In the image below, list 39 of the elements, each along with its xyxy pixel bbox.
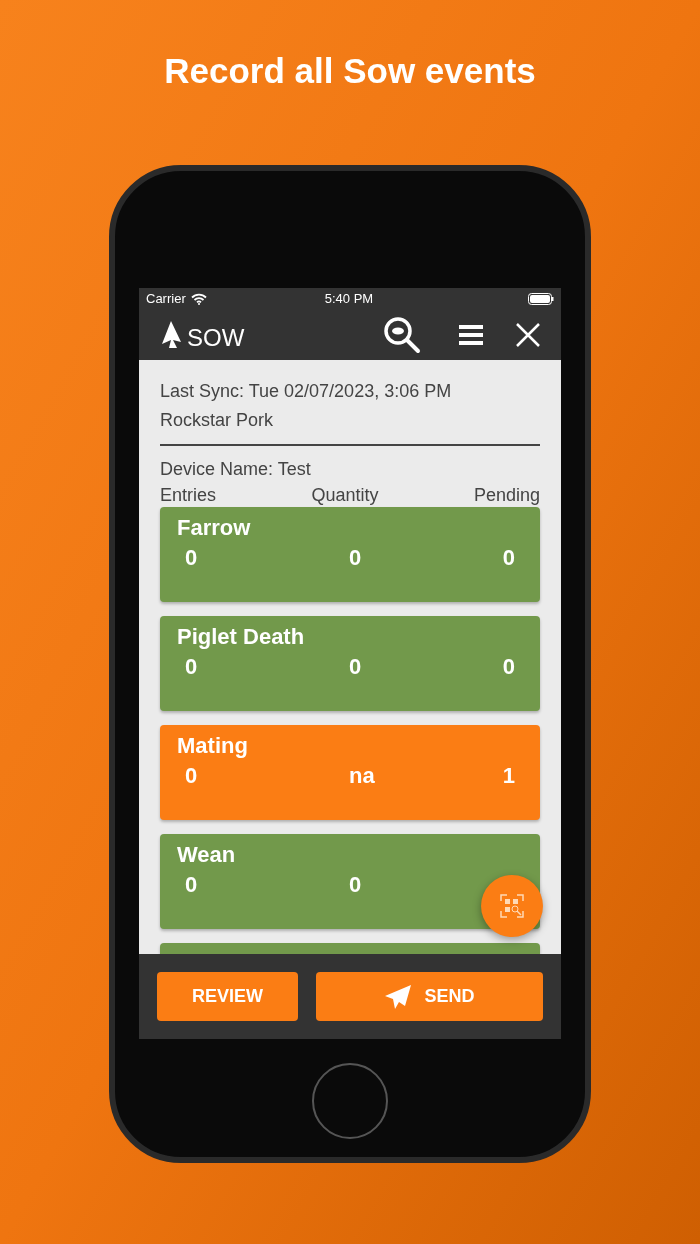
close-icon[interactable] xyxy=(515,322,541,348)
entries-value: 0 xyxy=(185,763,198,788)
home-button[interactable] xyxy=(312,1063,388,1139)
logo-text: SOW xyxy=(187,326,245,350)
column-header: Quantity xyxy=(311,484,379,507)
battery-icon xyxy=(528,293,554,305)
wifi-icon xyxy=(190,293,207,305)
event-card[interactable]: Farrow 0 0 0 xyxy=(160,507,540,602)
card-title: Mating xyxy=(177,732,249,760)
qr-code-icon xyxy=(500,894,524,918)
quantity-value: na xyxy=(349,763,375,788)
pending-value: 1 xyxy=(502,762,515,790)
menu-icon[interactable] xyxy=(459,324,483,346)
event-card[interactable]: Piglet Death 0 0 0 xyxy=(160,616,540,711)
event-card[interactable]: Mating 0 na 1 xyxy=(160,725,540,820)
send-button[interactable]: SEND xyxy=(316,972,543,1021)
last-sync-text: Last Sync: Tue 02/07/2023, 3:06 PM xyxy=(160,380,453,403)
event-card[interactable]: Wean 0 0 xyxy=(160,834,540,929)
pending-value: 0 xyxy=(502,653,515,681)
quantity-value: 0 xyxy=(349,545,362,570)
device-name: Device Name: Test xyxy=(160,458,312,481)
column-header: Pending xyxy=(473,484,540,507)
pending-value: 0 xyxy=(502,544,515,572)
carrier-label: Carrier xyxy=(146,290,186,309)
time-label: 5:40 PM xyxy=(324,290,374,309)
quantity-value: 0 xyxy=(349,872,362,897)
card-title: Wean xyxy=(177,841,237,869)
paper-plane-icon xyxy=(384,983,413,1010)
quantity-value: 0 xyxy=(349,654,362,679)
entries-value: 0 xyxy=(185,654,198,679)
review-button[interactable]: REVIEW xyxy=(157,972,298,1021)
entries-value: 0 xyxy=(185,872,198,897)
headline: Record all Sow events xyxy=(164,50,536,92)
card-title: Piglet Death xyxy=(177,623,306,651)
farm-name: Rockstar Pork xyxy=(160,409,275,432)
search-icon[interactable] xyxy=(383,316,421,354)
entries-value: 0 xyxy=(185,545,198,570)
card-title: Farrow xyxy=(177,514,252,542)
column-header: Entries xyxy=(160,484,217,507)
